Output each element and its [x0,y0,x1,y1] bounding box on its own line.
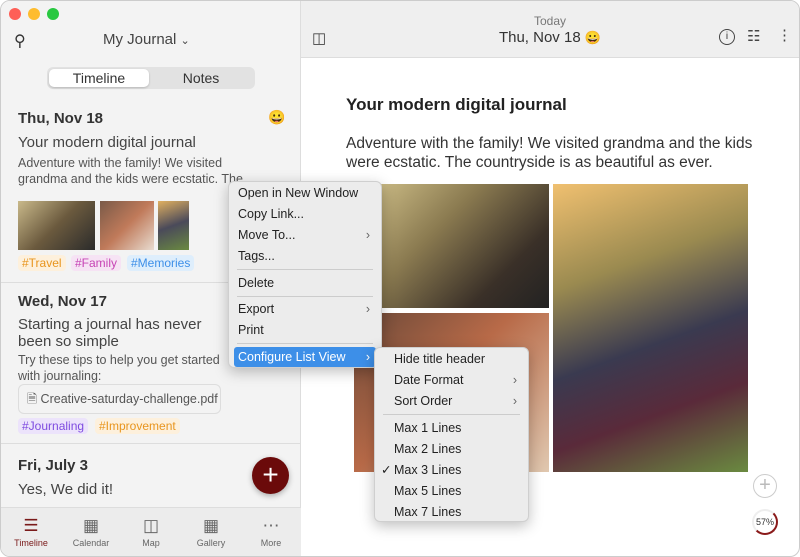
menu-item-copy-link[interactable]: Copy Link... [234,204,376,224]
tag[interactable]: #Improvement [95,418,180,434]
info-icon[interactable]: i [719,29,735,45]
menu-label: Date Format [394,373,464,387]
menu-item-hide-title-header[interactable]: Hide title header [380,349,523,369]
search-icon[interactable]: ⚲ [14,31,26,51]
tab-timeline[interactable]: Timeline [49,69,149,87]
bottom-tab-bar: ☰ Timeline ▦ Calendar ◫ Map ▦ Gallery ⋯ More [1,507,301,556]
new-entry-button[interactable]: + [252,457,289,494]
menu-item-max-1-lines[interactable]: Max 1 Lines [380,418,523,438]
chevron-right-icon: › [365,350,370,364]
menu-item-open-new-window[interactable]: Open in New Window [234,183,376,203]
context-menu: Open in New Window Copy Link... Move To.… [228,181,382,368]
checkmark-icon: ✓ [381,463,392,477]
more-icon: ⋯ [262,516,280,535]
chevron-right-icon: › [512,373,517,387]
divider [1,443,301,444]
menu-item-export[interactable]: Export › [234,299,376,319]
photo[interactable] [553,184,748,472]
tag[interactable]: #Journaling [18,418,89,434]
tab-map[interactable]: ◫ Map [121,516,181,548]
photo[interactable] [354,184,549,308]
attachment-chip[interactable]: 🗎 Creative-saturday-challenge.pdf [18,384,221,414]
tag[interactable]: #Family [71,255,122,271]
menu-separator [383,414,520,415]
map-icon: ◫ [142,516,160,535]
tab-gallery[interactable]: ▦ Gallery [181,516,241,548]
calendar-icon: ▦ [82,516,100,535]
tab-notes[interactable]: Notes [151,69,251,87]
menu-item-sort-order[interactable]: Sort Order › [380,391,523,411]
tab-calendar[interactable]: ▦ Calendar [61,516,121,548]
chevron-right-icon: › [365,228,370,242]
mood-emoji: 😀 [268,109,286,125]
menu-separator [237,269,373,270]
thumbnail-photo [158,201,189,250]
view-segmented-control: Timeline Notes [47,67,255,89]
sliders-icon[interactable]: ☷ [747,27,760,45]
today-label: Today [533,14,567,28]
entry-title: Yes, We did it! [18,481,114,498]
menu-separator [237,296,373,297]
menu-item-max-3-lines[interactable]: ✓ Max 3 Lines [380,460,523,480]
menu-label: Sort Order [394,394,453,408]
plus-icon: + [262,459,279,490]
tab-more[interactable]: ⋯ More [241,516,301,548]
list-icon: ☰ [23,516,39,535]
progress-ring: 57% [752,509,778,535]
menu-item-tags[interactable]: Tags... [234,246,376,266]
submenu: Hide title header Date Format › Sort Orde… [374,347,529,522]
chevron-right-icon: › [512,394,517,408]
menu-item-print[interactable]: Print [234,320,376,340]
editor-body: Adventure with the family! We visited gr… [346,135,753,171]
menu-item-delete[interactable]: Delete [234,273,376,293]
journal-name: My Journal [103,31,177,48]
document-icon: 🗎 [27,392,38,406]
editor-header: ◫ Today Thu, Nov 18 😀 i ☷ ⋮ [301,1,799,58]
close-window-button[interactable] [9,8,21,20]
attachment-name: Creative-saturday-challenge.pdf [40,392,218,406]
tab-label: More [260,538,282,548]
zoom-window-button[interactable] [47,8,59,20]
thumbnail-photo [18,201,95,250]
entry-date: Fri, July 3 [18,457,89,474]
mood-emoji: 😀 [584,30,602,45]
tab-label: Map [142,538,160,548]
entry-title: Your modern digital journal [18,134,196,151]
editor-title: Your modern digital journal [346,95,567,114]
menu-item-max-7-lines[interactable]: Max 7 Lines [380,502,523,522]
menu-separator [237,343,373,344]
menu-label: Max 3 Lines [394,463,462,477]
tag[interactable]: #Travel [18,255,66,271]
tab-timeline[interactable]: ☰ Timeline [1,516,61,548]
entry-date: Wed, Nov 17 [18,293,107,310]
app-window: ⚲ My Journal ⌄ Timeline Notes Thu, Nov 1… [0,0,800,557]
thumbnail-photo [100,201,154,250]
menu-label: Configure List View [238,350,346,364]
more-vertical-icon[interactable]: ⋮ [777,26,792,44]
tab-label: Gallery [196,538,226,548]
journal-selector[interactable]: My Journal ⌄ [103,31,190,48]
chevron-down-icon: ⌄ [180,35,190,47]
entry-title: Starting a journal has never been so sim… [18,316,202,350]
tab-label: Timeline [14,538,48,548]
add-media-button[interactable]: + [753,474,777,498]
menu-item-max-2-lines[interactable]: Max 2 Lines [380,439,523,459]
minimize-window-button[interactable] [28,8,40,20]
entry-body: Try these tips to help you get started w… [18,353,220,383]
menu-label: Export [238,302,275,316]
grid-icon: ▦ [202,516,220,535]
chevron-right-icon: › [365,302,370,316]
date-text: Thu, Nov 18 [498,29,581,46]
menu-item-configure-list-view[interactable]: Configure List View › [234,347,376,367]
menu-item-move-to[interactable]: Move To... › [234,225,376,245]
tab-label: Calendar [72,538,110,548]
entry-date: Thu, Nov 18 [18,110,104,127]
menu-item-max-5-lines[interactable]: Max 5 Lines [380,481,523,501]
tag[interactable]: #Memories [127,255,195,271]
menu-item-date-format[interactable]: Date Format › [380,370,523,390]
menu-label: Move To... [238,228,296,242]
